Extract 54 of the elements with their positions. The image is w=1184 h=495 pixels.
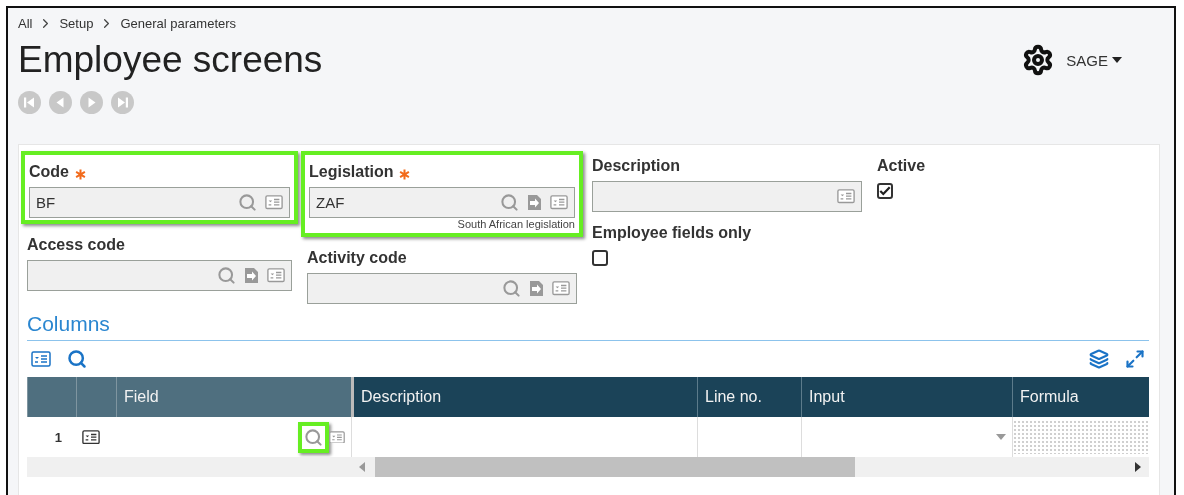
- input-field[interactable]: [307, 273, 577, 304]
- breadcrumb-link[interactable]: General parameters: [120, 16, 237, 31]
- checkbox[interactable]: [877, 183, 893, 199]
- field-label: Active: [877, 157, 926, 175]
- layers-icon[interactable]: [1089, 349, 1109, 369]
- scrollbar[interactable]: [27, 457, 1149, 477]
- user-menu[interactable]: SAGE: [1066, 51, 1122, 69]
- field-label: Access code: [27, 236, 125, 254]
- input-field[interactable]: BF: [29, 187, 290, 218]
- column-header[interactable]: Formula: [1012, 377, 1149, 417]
- field-label: Employee fields only: [592, 224, 752, 242]
- field-label: Code: [29, 163, 69, 181]
- scroll-thumb[interactable]: [375, 457, 855, 477]
- search-icon[interactable]: [500, 193, 519, 212]
- search-icon[interactable]: [304, 427, 323, 447]
- expand-icon[interactable]: [1125, 349, 1145, 369]
- gear-icon[interactable]: [1022, 44, 1055, 76]
- field-label: Activity code: [307, 249, 407, 267]
- checkbox[interactable]: [592, 250, 608, 266]
- required-icon: [399, 169, 411, 180]
- row-header: [76, 377, 116, 417]
- field-label: Legislation: [309, 163, 394, 181]
- input-field[interactable]: [27, 260, 292, 291]
- search-icon[interactable]: [67, 349, 87, 369]
- last-record-icon[interactable]: [111, 91, 134, 114]
- page-title: Employee screens: [18, 39, 323, 81]
- row-header: [27, 377, 76, 417]
- previous-record-icon[interactable]: [49, 91, 72, 114]
- required-icon: [75, 169, 86, 180]
- first-record-icon[interactable]: [18, 91, 41, 114]
- breadcrumb-link[interactable]: Setup: [59, 16, 94, 31]
- column-header[interactable]: Line no.: [697, 377, 801, 417]
- dropdown-caret-icon[interactable]: [996, 434, 1006, 440]
- search-icon[interactable]: [238, 193, 257, 212]
- jump-icon[interactable]: [244, 267, 259, 284]
- column-header[interactable]: Field: [116, 377, 351, 417]
- scroll-left-icon[interactable]: [359, 462, 365, 472]
- detail-icon[interactable]: [82, 429, 100, 445]
- field-label: Description: [592, 157, 680, 175]
- scroll-right-icon[interactable]: [1135, 462, 1141, 472]
- breadcrumb-link[interactable]: All: [18, 16, 33, 31]
- search-icon[interactable]: [217, 266, 236, 285]
- section-title: Columns: [27, 312, 1149, 341]
- input-field[interactable]: ZAF: [309, 187, 575, 218]
- jump-icon[interactable]: [527, 194, 542, 211]
- field-hint: South African legislation: [456, 218, 575, 231]
- caret-icon: [1112, 57, 1122, 63]
- column-header[interactable]: Input: [801, 377, 1012, 417]
- jump-icon[interactable]: [529, 280, 544, 297]
- search-icon[interactable]: [502, 279, 521, 298]
- row-number: 1: [54, 429, 62, 445]
- input-field[interactable]: [592, 181, 862, 212]
- column-header[interactable]: Description: [351, 377, 697, 417]
- next-record-icon[interactable]: [80, 91, 103, 114]
